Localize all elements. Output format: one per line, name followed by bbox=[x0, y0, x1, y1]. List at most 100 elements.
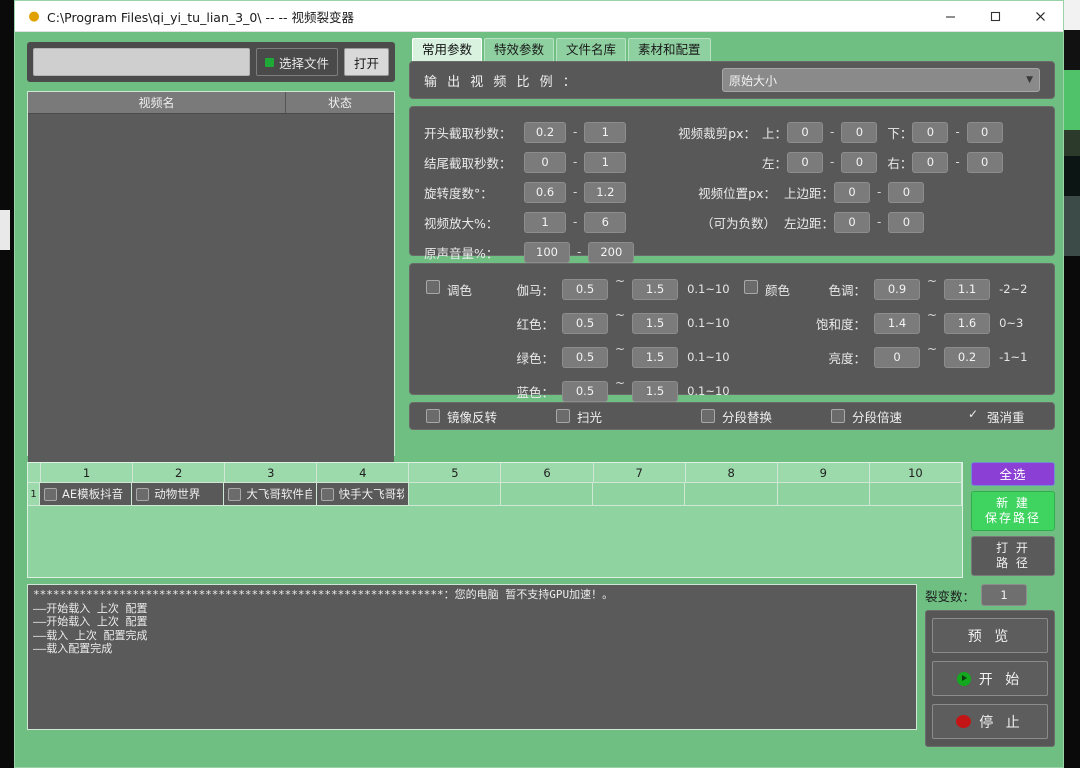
maximize-button[interactable] bbox=[973, 1, 1018, 31]
grid-cell-9[interactable] bbox=[777, 483, 870, 506]
grid-cell-5[interactable] bbox=[408, 483, 502, 506]
grid-empty-space[interactable] bbox=[28, 506, 962, 577]
file-path-input[interactable] bbox=[33, 48, 250, 76]
crop-left-max[interactable]: 0 bbox=[841, 151, 878, 173]
volume-max[interactable]: 200 bbox=[588, 241, 635, 263]
crop-bottom-min[interactable]: 0 bbox=[912, 121, 949, 143]
margin-top-max[interactable]: 0 bbox=[888, 181, 925, 203]
gamma-min[interactable]: 0.5 bbox=[562, 278, 608, 300]
option-segment-speed[interactable]: 分段倍速 bbox=[831, 407, 966, 426]
red-min[interactable]: 0.5 bbox=[562, 312, 608, 334]
output-ratio-select[interactable]: 原始大小 ▼ bbox=[722, 68, 1040, 92]
grid-column-8[interactable]: 8 bbox=[686, 463, 778, 482]
tab-effect-params[interactable]: 特效参数 bbox=[484, 38, 555, 61]
select-all-button[interactable]: 全选 bbox=[971, 462, 1055, 486]
param-row-zoom: 视频放大%： 1 - 6 bbox=[424, 207, 660, 237]
saturation-min[interactable]: 1.4 bbox=[874, 312, 920, 334]
grid-column-5[interactable]: 5 bbox=[409, 463, 502, 482]
grid-cell-1[interactable]: AE模板抖音 bbox=[40, 483, 133, 506]
segment-speed-checkbox[interactable] bbox=[831, 409, 845, 423]
brightness-min[interactable]: 0 bbox=[874, 346, 920, 368]
preview-button[interactable]: 预 览 bbox=[932, 618, 1048, 653]
saturation-max[interactable]: 1.6 bbox=[944, 312, 991, 334]
tail-trim-max[interactable]: 1 bbox=[584, 151, 627, 173]
open-path-button[interactable]: 打 开 路 径 bbox=[971, 536, 1055, 576]
new-save-path-button[interactable]: 新 建 保存路径 bbox=[971, 491, 1055, 531]
close-button[interactable] bbox=[1018, 1, 1063, 31]
segment-replace-checkbox[interactable] bbox=[701, 409, 715, 423]
head-trim-max[interactable]: 1 bbox=[584, 121, 627, 143]
grid-cell-2[interactable]: 动物世界 bbox=[132, 483, 225, 506]
material-grid[interactable]: 1 2 3 4 5 6 7 8 9 10 1 AE模板抖音 动物世界 大飞哥软件… bbox=[27, 462, 963, 578]
grid-column-2[interactable]: 2 bbox=[133, 463, 226, 482]
grid-column-10[interactable]: 10 bbox=[870, 463, 962, 482]
light-sweep-checkbox[interactable] bbox=[556, 409, 570, 423]
grid-cell-2-checkbox[interactable] bbox=[136, 487, 150, 501]
grid-cell-1-checkbox[interactable] bbox=[44, 487, 57, 501]
option-strong-dedup[interactable]: 强消重 bbox=[966, 407, 1025, 426]
grid-cell-8[interactable] bbox=[685, 483, 778, 506]
open-file-button[interactable]: 打开 bbox=[343, 48, 389, 76]
video-list-panel[interactable]: 视频名 状态 bbox=[27, 91, 395, 477]
blue-max[interactable]: 1.5 bbox=[632, 380, 679, 402]
color-section: 颜色 色调： 0.9 ~ 1.1 -2~2 饱和度： 1.4 ~ 1.6 0~3… bbox=[740, 272, 1054, 394]
grid-column-1[interactable]: 1 bbox=[41, 463, 134, 482]
crop-right-min[interactable]: 0 bbox=[912, 151, 949, 173]
tone-checkbox[interactable] bbox=[426, 280, 440, 294]
option-light-sweep[interactable]: 扫光 bbox=[556, 407, 701, 426]
red-max[interactable]: 1.5 bbox=[632, 312, 679, 334]
margin-left-max[interactable]: 0 bbox=[888, 211, 925, 233]
color-checkbox-wrap[interactable]: 颜色 bbox=[744, 272, 808, 394]
video-list-body[interactable] bbox=[28, 114, 394, 477]
margin-top-min[interactable]: 0 bbox=[834, 181, 871, 203]
grid-column-7[interactable]: 7 bbox=[594, 463, 686, 482]
log-console[interactable]: ****************************************… bbox=[27, 584, 917, 730]
crop-top-min[interactable]: 0 bbox=[787, 121, 824, 143]
choose-file-button[interactable]: 选择文件 bbox=[255, 48, 338, 76]
grid-cell-3-checkbox[interactable] bbox=[228, 487, 242, 501]
margin-left-min[interactable]: 0 bbox=[834, 211, 871, 233]
stop-button[interactable]: 停 止 bbox=[932, 704, 1048, 739]
gamma-max[interactable]: 1.5 bbox=[632, 278, 679, 300]
material-grid-header: 1 2 3 4 5 6 7 8 9 10 bbox=[28, 463, 962, 483]
grid-column-6[interactable]: 6 bbox=[501, 463, 594, 482]
fission-count-input[interactable]: 1 bbox=[981, 584, 1028, 606]
option-segment-replace[interactable]: 分段替换 bbox=[701, 407, 831, 426]
tab-material-config[interactable]: 素材和配置 bbox=[628, 38, 711, 61]
green-max[interactable]: 1.5 bbox=[632, 346, 679, 368]
minimize-button[interactable] bbox=[928, 1, 973, 31]
hue-min[interactable]: 0.9 bbox=[874, 278, 920, 300]
mirror-flip-checkbox[interactable] bbox=[426, 409, 440, 423]
grid-cell-4[interactable]: 快手大飞哥软 bbox=[316, 483, 409, 506]
grid-cell-10[interactable] bbox=[869, 483, 962, 506]
rotate-min[interactable]: 0.6 bbox=[524, 181, 566, 203]
color-checkbox[interactable] bbox=[744, 280, 758, 294]
tab-common-params[interactable]: 常用参数 bbox=[412, 38, 483, 61]
grid-cell-4-checkbox[interactable] bbox=[320, 487, 334, 501]
crop-top-max[interactable]: 0 bbox=[841, 121, 878, 143]
crop-right-max[interactable]: 0 bbox=[966, 151, 1003, 173]
tab-filename-library[interactable]: 文件名库 bbox=[556, 38, 627, 61]
blue-min[interactable]: 0.5 bbox=[562, 380, 608, 402]
grid-column-3[interactable]: 3 bbox=[225, 463, 318, 482]
tone-checkbox-wrap[interactable]: 调色 bbox=[426, 272, 496, 394]
grid-cell-3[interactable]: 大飞哥软件自 bbox=[224, 483, 317, 506]
brightness-max[interactable]: 0.2 bbox=[944, 346, 991, 368]
head-trim-min[interactable]: 0.2 bbox=[524, 121, 566, 143]
option-mirror-flip[interactable]: 镜像反转 bbox=[426, 407, 556, 426]
zoom-max[interactable]: 6 bbox=[584, 211, 627, 233]
zoom-min[interactable]: 1 bbox=[524, 211, 566, 233]
grid-column-9[interactable]: 9 bbox=[778, 463, 870, 482]
strong-dedup-checkbox[interactable] bbox=[966, 407, 980, 423]
rotate-max[interactable]: 1.2 bbox=[584, 181, 627, 203]
volume-min[interactable]: 100 bbox=[524, 241, 570, 263]
tail-trim-min[interactable]: 0 bbox=[524, 151, 566, 173]
crop-left-min[interactable]: 0 bbox=[787, 151, 824, 173]
hue-max[interactable]: 1.1 bbox=[944, 278, 991, 300]
grid-cell-7[interactable] bbox=[593, 483, 686, 506]
green-min[interactable]: 0.5 bbox=[562, 346, 608, 368]
crop-bottom-max[interactable]: 0 bbox=[966, 121, 1003, 143]
start-button[interactable]: 开 始 bbox=[932, 661, 1048, 696]
grid-cell-6[interactable] bbox=[501, 483, 594, 506]
grid-column-4[interactable]: 4 bbox=[317, 463, 410, 482]
